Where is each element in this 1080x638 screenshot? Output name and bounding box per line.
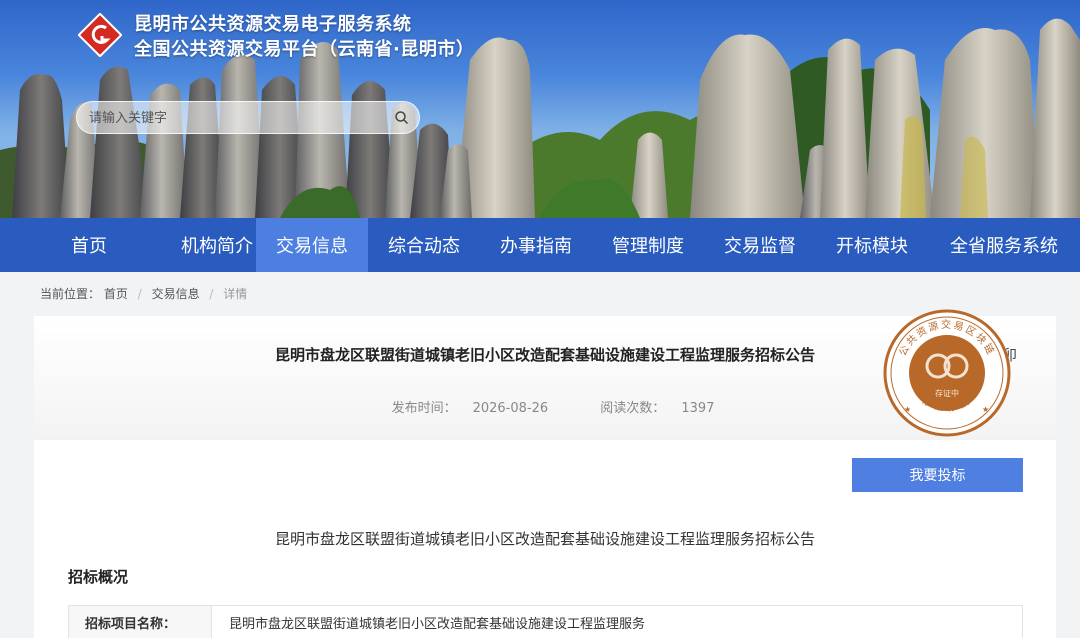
breadcrumb-separator: / [137, 287, 142, 301]
nav-item-home[interactable]: 首页 [0, 218, 178, 272]
publish-label: 发布时间： [391, 401, 457, 416]
search-icon[interactable] [394, 110, 409, 125]
header-banner: 昆明市公共资源交易电子服务系统 全国公共资源交易平台（云南省·昆明市） [0, 0, 1080, 218]
overview-table: 招标项目名称： 昆明市盘龙区联盟街道城镇老旧小区改造配套基础设施建设工程监理服务 [68, 605, 1023, 638]
site-title-line2: 全国公共资源交易平台（云南省·昆明市） [134, 39, 475, 60]
nav-item-about[interactable]: 机构简介 [178, 218, 256, 272]
publish-date: 2026-08-26 [472, 401, 549, 416]
breadcrumb-trade-info[interactable]: 交易信息 [152, 287, 200, 301]
site-title: 昆明市公共资源交易电子服务系统 全国公共资源交易平台（云南省·昆明市） [134, 12, 474, 62]
article-body-title: 昆明市盘龙区联盟街道城镇老旧小区改造配套基础设施建设工程监理服务招标公告 [274, 530, 815, 548]
table-value-cell: 昆明市盘龙区联盟街道城镇老旧小区改造配套基础设施建设工程监理服务 [229, 617, 646, 632]
breadcrumb-prefix: 当前位置： [40, 287, 101, 301]
site-title-line1: 昆明市公共资源交易电子服务系统 [134, 14, 412, 35]
article-card: 昆明市盘龙区联盟街道城镇老旧小区改造配套基础设施建设工程监理服务招标公告 卯 发… [34, 309, 1056, 638]
nav-item-guide[interactable]: 办事指南 [480, 218, 592, 272]
site-logo-icon [78, 13, 122, 57]
breadcrumb-separator: / [209, 287, 214, 301]
main-nav: 首页 机构简介 交易信息 综合动态 办事指南 管理制度 交易监督 开标模块 全省… [0, 218, 1080, 272]
nav-item-supervision[interactable]: 交易监督 [704, 218, 816, 272]
breadcrumb-home[interactable]: 首页 [104, 287, 128, 301]
nav-item-province-system[interactable]: 全省服务系统 [928, 218, 1080, 272]
section-title: 招标概况 [68, 568, 129, 586]
views-label: 阅读次数： [600, 401, 666, 416]
seal-middle-text: 存证中 [935, 388, 959, 398]
table-header-cell: 招标项目名称： [69, 606, 212, 638]
svg-text:★: ★ [982, 405, 989, 414]
views-count: 1397 [681, 401, 715, 416]
nav-item-trade-info[interactable]: 交易信息 [256, 218, 368, 272]
nav-item-news[interactable]: 综合动态 [368, 218, 480, 272]
search-input[interactable] [89, 108, 389, 128]
svg-text:★: ★ [904, 405, 911, 414]
nav-item-bid-opening[interactable]: 开标模块 [816, 218, 928, 272]
breadcrumb: 当前位置： 首页 / 交易信息 / 详情 [40, 285, 247, 302]
blockchain-seal-icon: 公共资源交易区块链 存证标识 存证中 ★ ★ [883, 309, 1011, 437]
submit-bid-button[interactable]: 我要投标 [852, 458, 1023, 492]
search-box[interactable] [76, 101, 420, 134]
breadcrumb-current: 详情 [223, 287, 248, 301]
nav-item-regulations[interactable]: 管理制度 [592, 218, 704, 272]
